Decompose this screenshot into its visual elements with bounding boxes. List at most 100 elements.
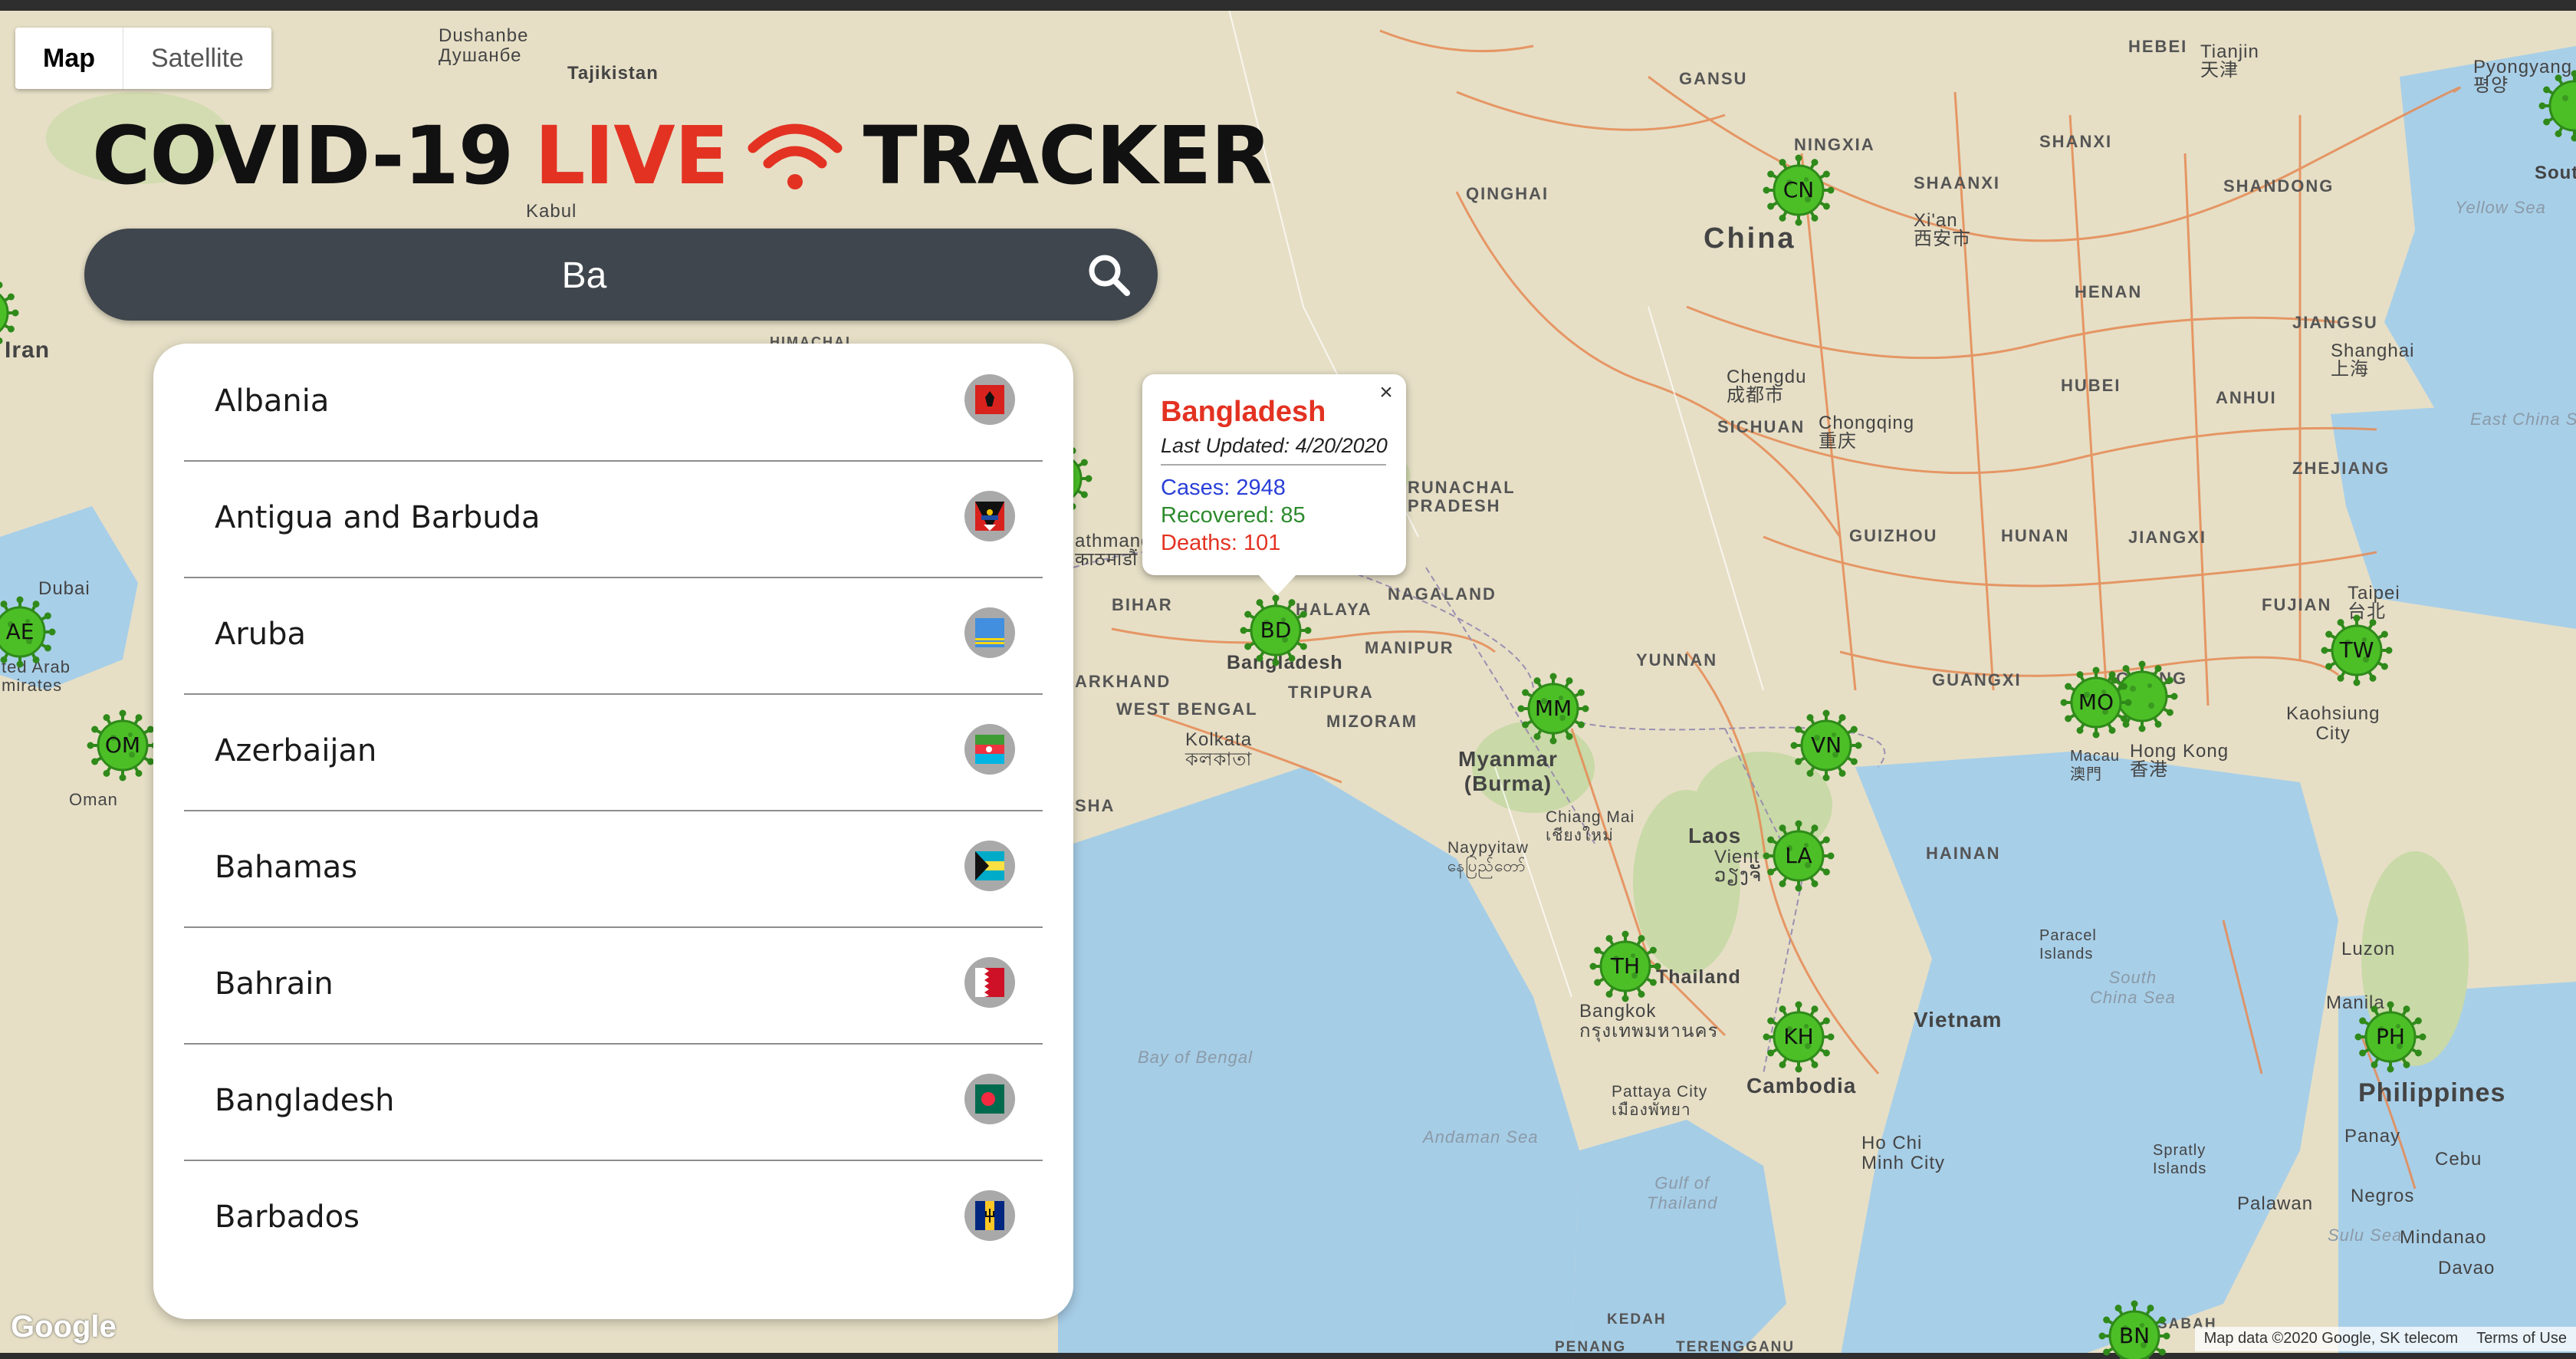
map-label-xian: Xi'an 西安市 — [1914, 210, 1971, 249]
virus-marker-la[interactable]: LA — [1762, 819, 1835, 893]
title-tracker: TRACKER — [863, 109, 1273, 202]
map-label-gulfthailand: Gulf of Thailand — [1647, 1173, 1718, 1213]
marker-label: LA — [1785, 843, 1812, 868]
marker-label: TW — [2339, 637, 2374, 663]
country-search-bar — [84, 229, 1158, 322]
map-label-cebu: Cebu — [2435, 1149, 2482, 1170]
azerbaijan-flag-icon — [964, 724, 1015, 775]
virus-marker-tw[interactable]: TW — [2320, 614, 2394, 687]
map-label-penang: PENANG — [1555, 1339, 1627, 1355]
map-label-southchinasea: South China Sea — [2090, 968, 2176, 1007]
map-label-yunnan: YUNNAN — [1636, 650, 1718, 670]
virus-marker-bd[interactable]: BD — [1239, 594, 1313, 667]
marker-label: AE — [5, 619, 34, 644]
map-label-paracel: Paracel Islands — [2039, 927, 2097, 962]
map-label-qinghai: QINGHAI — [1466, 184, 1549, 203]
live-signal-icon — [748, 123, 843, 189]
result-item-bahrain[interactable]: Bahrain — [184, 926, 1043, 1045]
close-icon[interactable]: × — [1371, 377, 1401, 408]
map-label-fujian: FUJIAN — [2262, 595, 2332, 614]
map-label-jiangsu: JIANGSU — [2292, 313, 2378, 332]
map-label-chiangmai: Chiang Mai เชียงใหม่ — [1546, 808, 1635, 844]
map-label-myanmar: Myanmar (Burma) — [1458, 747, 1558, 795]
map-label-terengganu: TERENGGANU — [1676, 1339, 1796, 1355]
info-recovered: Recovered: 85 — [1161, 503, 1306, 528]
search-input[interactable] — [130, 229, 1038, 322]
map-label-tripura: TRIPURA — [1288, 683, 1374, 702]
marker-label: TH — [1610, 953, 1641, 979]
virus-marker-mo[interactable]: MO — [2059, 666, 2133, 739]
marker-label: BD — [1260, 617, 1292, 643]
virus-marker-ae[interactable]: AE — [0, 595, 57, 669]
virus-marker-ph[interactable]: PH — [2354, 1000, 2427, 1074]
virus-marker-th[interactable]: TH — [1589, 930, 1662, 1003]
map-type-satellite-button[interactable]: Satellite — [123, 28, 271, 89]
map-label-pattaya: Pattaya City เมืองพัทยา — [1612, 1083, 1708, 1119]
search-icon[interactable] — [1086, 252, 1132, 298]
map-type-control: Map Satellite — [15, 28, 271, 89]
map-label-china: China — [1704, 222, 1796, 255]
virus-marker-cn[interactable]: CN — [1762, 153, 1835, 227]
map-label-cambodia: Cambodia — [1746, 1074, 1857, 1097]
map-label-davao: Davao — [2438, 1258, 2496, 1278]
map-label-hongkong: Hong Kong 香港 — [2130, 741, 2229, 780]
result-item-bangladesh[interactable]: Bangladesh — [184, 1043, 1043, 1161]
virus-marker-om[interactable]: OM — [86, 709, 159, 782]
marker-label: MM — [1534, 696, 1572, 721]
map-label-arunachal: RUNACHAL PRADESH — [1408, 478, 1516, 515]
result-item-aruba[interactable]: Aruba — [184, 577, 1043, 695]
app-title: COVID-19 LIVE TRACKER — [92, 106, 1273, 206]
aruba-flag-icon — [964, 607, 1015, 658]
result-item-albania[interactable]: Albania — [184, 344, 1043, 462]
map-label-zhejiang: ZHEJIANG — [2292, 459, 2390, 478]
virus-marker-kr[interactable] — [2538, 69, 2576, 143]
terms-link[interactable]: Terms of Use — [2467, 1327, 2576, 1351]
google-logo: Google — [11, 1310, 117, 1344]
virus-marker-kh[interactable]: KH — [1762, 1000, 1835, 1074]
map-label-sichuan: SICHUAN — [1717, 417, 1806, 436]
result-name: Azerbaijan — [215, 733, 377, 768]
map-type-map-button[interactable]: Map — [15, 28, 123, 89]
virus-marker-ir[interactable] — [0, 276, 20, 350]
result-item-azerbaijan[interactable]: Azerbaijan — [184, 693, 1043, 811]
map-label-sulusea: Sulu Sea — [2328, 1226, 2403, 1245]
map-label-shaanxi: SHAANXI — [1914, 173, 2001, 192]
search-results-dropdown: Albania Antigua and Barbuda Aruba Azerba… — [153, 344, 1073, 1319]
map-label-shanxi: SHANXI — [2039, 132, 2113, 151]
map-label-south: Sout — [2535, 163, 2576, 183]
marker-label: VN — [1810, 732, 1842, 758]
map-label-guangxi: GUANGXI — [1932, 670, 2022, 689]
map-label-jiangxi: JIANGXI — [2128, 528, 2207, 547]
info-window: × Bangladesh Last Updated: 4/20/2020 Cas… — [1142, 374, 1406, 595]
marker-label: BN — [2118, 1323, 2150, 1348]
result-name: Barbados — [215, 1199, 360, 1235]
result-name: Bahamas — [215, 850, 358, 885]
info-last-updated: Last Updated: 4/20/2020 — [1161, 434, 1388, 457]
map-label-hebei: HEBEI — [2128, 37, 2188, 56]
map-label-nagaland: NAGALAND — [1388, 584, 1497, 604]
map-label-westbengal: WEST BENGAL — [1116, 699, 1258, 719]
map-label-henan: HENAN — [2075, 282, 2143, 301]
map-label-hunan: HUNAN — [2001, 526, 2070, 545]
bangladesh-flag-icon — [964, 1074, 1015, 1124]
result-item-antigua-barbuda[interactable]: Antigua and Barbuda — [184, 460, 1043, 578]
map-label-shandong: SHANDONG — [2223, 176, 2334, 196]
map-label-hubei: HUBEI — [2061, 376, 2121, 395]
info-country: Bangladesh — [1161, 396, 1326, 428]
map-label-hochiminh: Ho Chi Minh City — [1861, 1133, 1946, 1173]
result-item-barbados[interactable]: Barbados — [184, 1160, 1043, 1276]
map-label-shanghai: Shanghai 上海 — [2331, 341, 2415, 380]
virus-marker-bn[interactable]: BN — [2098, 1299, 2171, 1359]
bahamas-flag-icon — [964, 841, 1015, 891]
virus-marker-vn[interactable]: VN — [1789, 709, 1863, 782]
map-label-naypyitaw: Naypyitaw နေပြည်တော် — [1447, 839, 1529, 875]
map-label-anhui: ANHUI — [2216, 388, 2277, 407]
map-label-mizoram: MIZORAM — [1326, 712, 1418, 731]
browser-bottom-strip — [0, 1353, 2576, 1359]
virus-marker-mm[interactable]: MM — [1516, 672, 1590, 745]
result-item-bahamas[interactable]: Bahamas — [184, 810, 1043, 928]
map-label-odisha: SHA — [1075, 796, 1116, 815]
map-label-tianjin: Tianjin 天津 — [2200, 41, 2259, 81]
map-label-bayofbengal: Bay of Bengal — [1138, 1048, 1253, 1067]
map-label-kaohsiung: Kaohsiung City — [2286, 703, 2380, 744]
